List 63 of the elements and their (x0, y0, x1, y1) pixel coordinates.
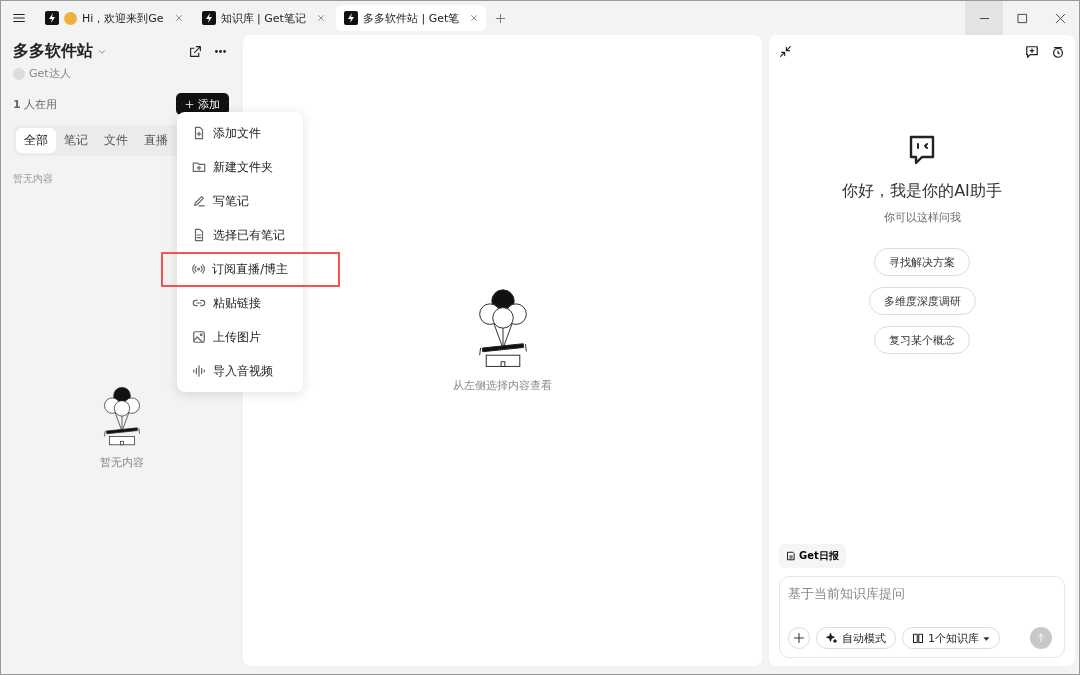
file-plus-icon (192, 126, 206, 140)
greeting-heading: 你好，我是你的AI助手 (842, 181, 1002, 202)
collapse-icon (779, 45, 792, 58)
browser-tab[interactable]: 知识库 | Get笔记 (193, 5, 333, 31)
hint-text: 你可以这样问我 (883, 210, 961, 225)
new-tab-icon (495, 12, 507, 24)
filter-tab[interactable]: 笔记 (56, 128, 96, 153)
member-count: 1 人在用 (13, 96, 58, 112)
chat-bubble-icon (908, 133, 936, 167)
plus-icon (793, 632, 805, 644)
plus-icon (185, 99, 194, 109)
knowledge-base-title: 多多软件站 (13, 41, 93, 62)
close-icon (1054, 12, 1066, 24)
send-button[interactable] (1030, 627, 1052, 649)
filter-tab[interactable]: 全部 (16, 128, 56, 153)
menu-item[interactable]: 添加文件 (177, 116, 303, 150)
suggestion-button[interactable]: 寻找解决方案 (874, 248, 970, 276)
menu-item[interactable]: 粘贴链接 (177, 286, 303, 320)
menu-item[interactable]: 选择已有笔记 (177, 218, 303, 252)
menu-item[interactable]: 导入音视频 (177, 354, 303, 388)
app-logo-icon (201, 11, 216, 25)
document-icon (192, 228, 206, 242)
new-chat-icon (1025, 45, 1039, 59)
empty-note: 暂无内容 (13, 172, 54, 186)
broadcast-icon (192, 262, 206, 276)
empty-caption: 暂无内容 (100, 455, 144, 470)
share-icon (189, 45, 202, 58)
waveform-icon (192, 364, 206, 378)
browser-tab[interactable]: 多多软件站 | Get笔 (335, 5, 487, 31)
knowledge-base-button[interactable]: 1个知识库 (902, 627, 1000, 649)
menu-item[interactable]: 写笔记 (177, 184, 303, 218)
close-icon (174, 13, 183, 22)
suggestion-button[interactable]: 复习某个概念 (874, 326, 970, 354)
filter-tab[interactable]: 直播 (136, 128, 176, 153)
filter-tab[interactable]: 文件 (96, 128, 136, 153)
menu-item[interactable]: 上传图片 (177, 320, 303, 354)
add-button[interactable]: 添加 (176, 93, 229, 115)
arrow-up-icon (1036, 633, 1046, 643)
close-icon (316, 13, 325, 22)
suggestion-button[interactable]: 多维度深度调研 (868, 287, 976, 315)
empty-caption: 从左侧选择内容查看 (453, 378, 552, 393)
history-icon (1051, 45, 1065, 59)
sparkle-icon (826, 632, 838, 644)
role-label: Get达人 (29, 66, 71, 81)
browser-tab[interactable]: Hi，欢迎来到Ge (37, 5, 191, 31)
image-icon (192, 330, 206, 344)
book-icon (912, 632, 924, 644)
chevron-down-icon (97, 47, 107, 57)
app-logo-icon (343, 11, 358, 25)
attach-button[interactable] (788, 627, 810, 649)
daily-report-chip[interactable]: Get日报 (779, 544, 846, 568)
menu-icon (12, 11, 26, 25)
question-input[interactable]: 基于当前知识库提问 (788, 586, 1056, 601)
maximize-icon (1016, 12, 1028, 24)
caret-icon (983, 634, 990, 642)
question-box[interactable]: 基于当前知识库提问 自动模式 1个知识库 (779, 576, 1065, 658)
menu-item[interactable]: 新建文件夹 (177, 150, 303, 184)
app-logo-icon (45, 11, 59, 25)
pencil-icon (192, 194, 206, 208)
mode-button[interactable]: 自动模式 (816, 627, 896, 649)
folder-plus-icon (192, 160, 206, 174)
report-icon (786, 551, 796, 561)
close-icon (470, 13, 479, 22)
